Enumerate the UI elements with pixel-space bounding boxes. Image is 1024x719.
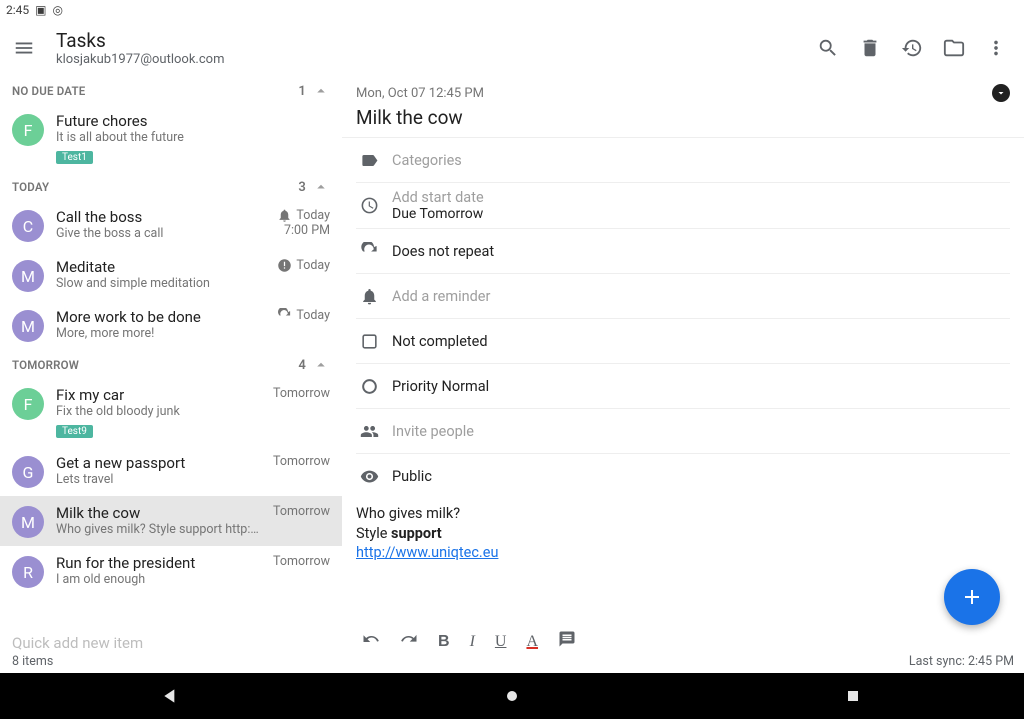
collapse-icon[interactable]: [992, 84, 1010, 102]
categories-row[interactable]: Categories: [342, 138, 1024, 182]
menu-button[interactable]: [4, 28, 44, 68]
comment-button[interactable]: [558, 630, 576, 653]
label-icon: [356, 151, 382, 170]
nav-recent-button[interactable]: [813, 673, 893, 719]
items-count: 8 items: [12, 654, 330, 671]
repeat-row[interactable]: Does not repeat: [342, 229, 1024, 273]
italic-button[interactable]: I: [470, 633, 475, 651]
section-header[interactable]: TODAY3: [0, 172, 342, 200]
account-email: klosjakub1977@outlook.com: [56, 52, 808, 67]
detail-title[interactable]: Milk the cow: [342, 104, 1024, 138]
bell-icon: [356, 287, 382, 306]
detail-datetime: Mon, Oct 07 12:45 PM: [356, 86, 484, 101]
bold-button[interactable]: B: [438, 633, 450, 651]
quick-add-input[interactable]: Quick add new item: [12, 628, 330, 654]
section-header[interactable]: NO DUE DATE1: [0, 76, 342, 104]
task-row[interactable]: M More work to be doneMore, more more!To…: [0, 300, 342, 350]
invite-row[interactable]: Invite people: [342, 409, 1024, 453]
eye-icon: [356, 467, 382, 486]
app-bar: Tasks klosjakub1977@outlook.com: [0, 20, 1024, 76]
date-row[interactable]: Add start date Due Tomorrow: [342, 183, 1024, 228]
priority-row[interactable]: Priority Normal: [342, 364, 1024, 408]
task-avatar: G: [12, 456, 44, 488]
task-row[interactable]: F Fix my carFix the old bloody junkTest9…: [0, 378, 342, 446]
add-task-fab[interactable]: [944, 569, 1000, 625]
task-row[interactable]: M Milk the cowWho gives milk? Style supp…: [0, 496, 342, 546]
task-row[interactable]: G Get a new passportLets travelTomorrow: [0, 446, 342, 496]
task-avatar: F: [12, 388, 44, 420]
nav-back-button[interactable]: [131, 673, 211, 719]
notes-link[interactable]: http://www.uniqtec.eu: [356, 544, 498, 561]
folder-button[interactable]: [934, 28, 974, 68]
task-avatar: M: [12, 260, 44, 292]
completed-row[interactable]: Not completed: [342, 319, 1024, 363]
section-header[interactable]: TOMORROW4: [0, 350, 342, 378]
task-row[interactable]: M MeditateSlow and simple meditationToda…: [0, 250, 342, 300]
status-icon: ◎: [52, 3, 62, 17]
task-row[interactable]: C Call the bossGive the boss a callToday…: [0, 200, 342, 250]
android-status-bar: 2:45 ▣ ◎: [0, 0, 1024, 20]
status-time: 2:45: [6, 3, 29, 17]
underline-button[interactable]: U: [495, 633, 507, 651]
more-button[interactable]: [976, 28, 1016, 68]
redo-button[interactable]: [400, 630, 418, 653]
task-avatar: R: [12, 556, 44, 588]
last-sync: Last sync: 2:45 PM: [909, 654, 1014, 669]
visibility-row[interactable]: Public: [342, 454, 1024, 498]
undo-button[interactable]: [362, 630, 380, 653]
task-notes[interactable]: Who gives milk? Style support http://www…: [342, 498, 1024, 569]
people-icon: [356, 422, 382, 441]
text-color-button[interactable]: A: [526, 633, 538, 651]
repeat-icon: [356, 242, 382, 261]
checkbox-icon: [356, 332, 382, 351]
status-icon: ▣: [35, 3, 46, 17]
history-button[interactable]: [892, 28, 932, 68]
search-button[interactable]: [808, 28, 848, 68]
app-title: Tasks: [56, 29, 808, 52]
delete-button[interactable]: [850, 28, 890, 68]
task-row[interactable]: R Run for the presidentI am old enoughTo…: [0, 546, 342, 596]
format-toolbar: B I U A: [362, 630, 576, 653]
task-row[interactable]: F Future choresIt is all about the futur…: [0, 104, 342, 172]
reminder-row[interactable]: Add a reminder: [342, 274, 1024, 318]
task-avatar: F: [12, 114, 44, 146]
task-avatar: C: [12, 210, 44, 242]
task-avatar: M: [12, 310, 44, 342]
clock-icon: [356, 196, 382, 215]
nav-home-button[interactable]: [472, 673, 552, 719]
priority-icon: [356, 377, 382, 396]
android-nav-bar: [0, 673, 1024, 719]
task-avatar: M: [12, 506, 44, 538]
